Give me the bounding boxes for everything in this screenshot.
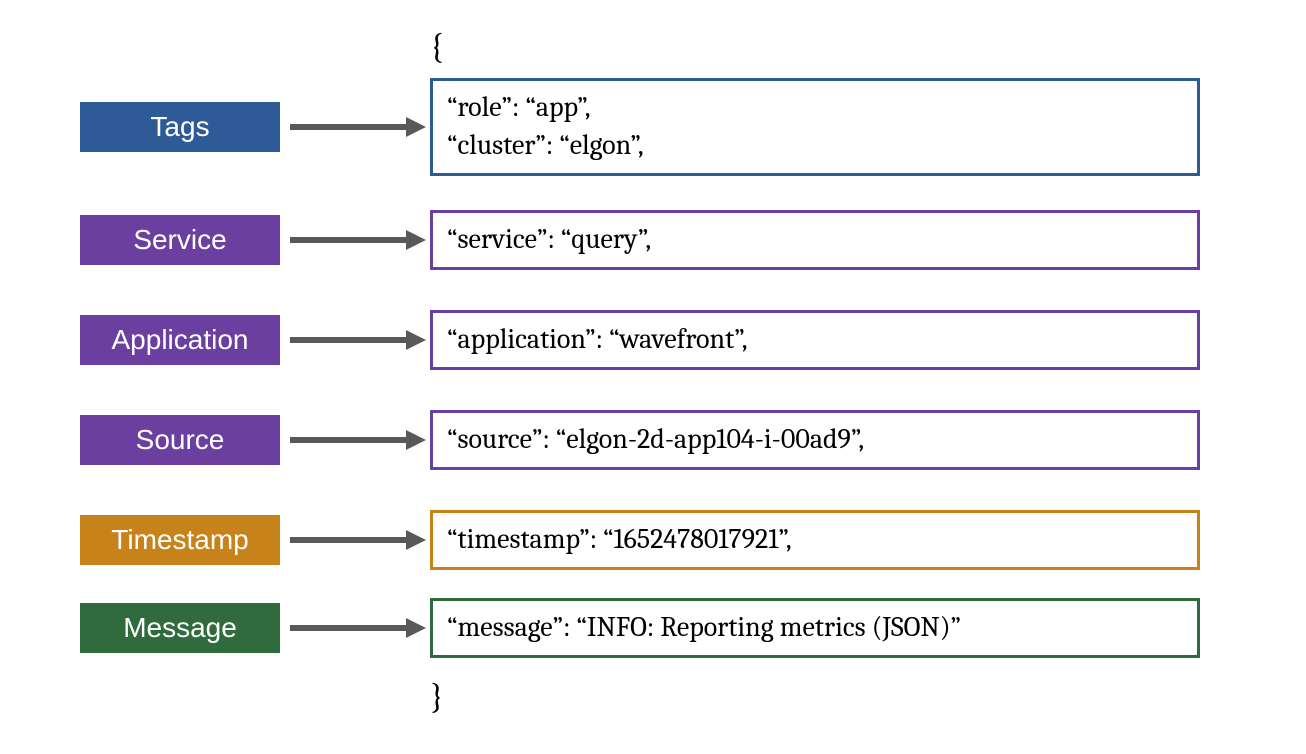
arrow-right-icon	[280, 613, 430, 643]
row-message: Message “message”: “INFO: Reporting metr…	[80, 598, 1266, 658]
label-application: Application	[80, 315, 280, 365]
arrow-right-icon	[280, 112, 430, 142]
json-close-brace: }	[430, 676, 444, 717]
arrow-cell	[280, 525, 430, 555]
label-tags: Tags	[80, 102, 280, 152]
value-application-text: “application”: “wavefront”,	[447, 321, 747, 359]
value-tags: “role”: “app”, “cluster”: “elgon”,	[430, 78, 1200, 176]
value-service: “service”: “query”,	[430, 210, 1200, 270]
value-tags-text: “role”: “app”, “cluster”: “elgon”,	[447, 89, 644, 165]
arrow-cell	[280, 225, 430, 255]
row-timestamp: Timestamp “timestamp”: “1652478017921”,	[80, 510, 1266, 570]
arrow-right-icon	[280, 325, 430, 355]
arrow-cell	[280, 425, 430, 455]
arrow-cell	[280, 112, 430, 142]
value-tags-line-1: “role”: “app”,	[447, 91, 591, 123]
value-message-text: “message”: “INFO: Reporting metrics (JSO…	[447, 609, 961, 647]
label-timestamp: Timestamp	[80, 515, 280, 565]
row-application: Application “application”: “wavefront”,	[80, 310, 1266, 370]
row-tags: Tags “role”: “app”, “cluster”: “elgon”,	[80, 78, 1266, 176]
value-tags-line-2: “cluster”: “elgon”,	[447, 129, 644, 161]
arrow-right-icon	[280, 525, 430, 555]
value-source: “source”: “elgon-2d-app104-i-00ad9”,	[430, 410, 1200, 470]
value-application: “application”: “wavefront”,	[430, 310, 1200, 370]
label-service: Service	[80, 215, 280, 265]
arrow-right-icon	[280, 425, 430, 455]
row-source: Source “source”: “elgon-2d-app104-i-00ad…	[80, 410, 1266, 470]
label-message: Message	[80, 603, 280, 653]
row-service: Service “service”: “query”,	[80, 210, 1266, 270]
value-service-text: “service”: “query”,	[447, 221, 651, 259]
value-source-text: “source”: “elgon-2d-app104-i-00ad9”,	[447, 421, 864, 459]
arrow-cell	[280, 325, 430, 355]
value-timestamp: “timestamp”: “1652478017921”,	[430, 510, 1200, 570]
json-open-brace: {	[430, 26, 444, 67]
diagram-canvas: { "braces": { "open": "{", "close": "}" …	[0, 0, 1306, 754]
label-source: Source	[80, 415, 280, 465]
arrow-cell	[280, 613, 430, 643]
value-timestamp-text: “timestamp”: “1652478017921”,	[447, 521, 792, 559]
value-message: “message”: “INFO: Reporting metrics (JSO…	[430, 598, 1200, 658]
arrow-right-icon	[280, 225, 430, 255]
